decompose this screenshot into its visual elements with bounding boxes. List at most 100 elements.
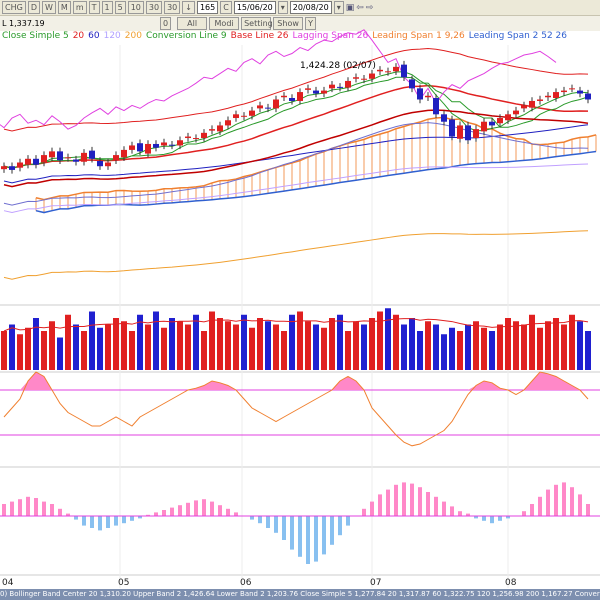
- volume-bar: [377, 311, 383, 370]
- macd-histogram-bar: [578, 494, 582, 516]
- macd-histogram-bar: [258, 516, 262, 524]
- macd-histogram-bar: [346, 516, 350, 526]
- macd-histogram-bar: [162, 510, 166, 516]
- volume-bar: [57, 337, 63, 370]
- macd-histogram-bar: [570, 487, 574, 516]
- candle: [89, 150, 95, 159]
- macd-histogram-bar: [554, 484, 558, 516]
- candle: [505, 114, 511, 121]
- macd-histogram-bar: [274, 516, 278, 533]
- volume-bar: [449, 327, 455, 370]
- macd-histogram-bar: [322, 516, 326, 555]
- candle: [9, 166, 15, 170]
- candle: [97, 161, 103, 167]
- macd-histogram-bar: [410, 483, 414, 516]
- candle: [257, 105, 263, 109]
- volume-bar: [233, 324, 239, 370]
- volume-bar: [545, 321, 551, 370]
- candle: [425, 95, 431, 98]
- volume-bar: [569, 314, 575, 370]
- macd-histogram-bar: [186, 502, 190, 516]
- candle: [369, 73, 375, 79]
- candle: [49, 151, 55, 158]
- macd-histogram-bar: [226, 508, 230, 516]
- candle: [185, 136, 191, 139]
- macd-histogram-bar: [122, 516, 126, 524]
- candle: [561, 90, 567, 93]
- candle: [41, 155, 47, 163]
- volume-bar: [505, 318, 511, 370]
- macd-histogram-bar: [394, 484, 398, 516]
- macd-histogram-bar: [562, 482, 566, 516]
- volume-bar: [481, 327, 487, 370]
- candle: [233, 114, 239, 119]
- volume-bar: [105, 324, 111, 370]
- volume-bar: [49, 321, 55, 370]
- macd-histogram-bar: [362, 508, 366, 516]
- volume-bar: [1, 331, 7, 370]
- candle: [121, 149, 127, 158]
- candle: [441, 114, 447, 122]
- candle: [225, 120, 231, 126]
- volume-bar: [185, 324, 191, 370]
- candle: [113, 155, 119, 161]
- price-chart[interactable]: [0, 0, 600, 600]
- volume-bar: [521, 324, 527, 370]
- candle: [457, 125, 463, 139]
- macd-histogram-bar: [82, 516, 86, 526]
- volume-bar: [465, 324, 471, 370]
- macd-histogram-bar: [106, 516, 110, 528]
- volume-bar: [145, 324, 151, 370]
- candle: [521, 105, 527, 109]
- x-label: 06: [240, 578, 252, 588]
- volume-bar: [353, 321, 359, 370]
- volume-bar: [169, 318, 175, 370]
- volume-bar: [577, 321, 583, 370]
- volume-bar: [257, 318, 263, 370]
- volume-bar: [433, 324, 439, 370]
- volume-bar: [385, 308, 391, 370]
- macd-histogram-bar: [178, 505, 182, 516]
- volume-bar: [409, 318, 415, 370]
- macd-histogram-bar: [418, 487, 422, 516]
- volume-bar: [17, 334, 23, 370]
- macd-histogram-bar: [370, 501, 374, 516]
- volume-bar: [425, 321, 431, 370]
- macd-histogram-bar: [58, 508, 62, 516]
- volume-bar: [177, 321, 183, 370]
- volume-bar: [553, 318, 559, 370]
- candle: [161, 142, 167, 146]
- candle: [249, 110, 255, 116]
- lagging-span: [0, 29, 557, 130]
- candle: [193, 138, 199, 140]
- candle: [529, 100, 535, 108]
- candle: [545, 95, 551, 98]
- candle: [169, 144, 175, 146]
- macd-histogram-bar: [114, 516, 118, 526]
- volume-bar: [89, 311, 95, 370]
- candle: [337, 86, 343, 88]
- macd-histogram-bar: [218, 505, 222, 516]
- volume-bar: [489, 331, 495, 370]
- volume-bar: [337, 314, 343, 370]
- macd-histogram-bar: [546, 489, 550, 516]
- volume-bar: [73, 324, 79, 370]
- x-label: 05: [118, 578, 130, 588]
- macd-histogram-bar: [290, 516, 294, 550]
- macd-histogram-bar: [130, 516, 134, 521]
- macd-histogram-bar: [10, 501, 14, 516]
- macd-histogram-bar: [402, 482, 406, 516]
- volume-bar: [457, 331, 463, 370]
- volume-bar: [361, 324, 367, 370]
- volume-bar: [97, 327, 103, 370]
- candle: [497, 118, 503, 124]
- macd-histogram-bar: [586, 504, 590, 516]
- macd-histogram-bar: [234, 512, 238, 516]
- candle: [177, 140, 183, 146]
- volume-bar: [297, 311, 303, 370]
- high-annotation: 1,424.28 (02/07): [300, 61, 376, 71]
- macd-histogram-bar: [42, 501, 46, 516]
- volume-bar: [561, 324, 567, 370]
- macd-histogram-bar: [194, 500, 198, 516]
- volume-bar: [313, 324, 319, 370]
